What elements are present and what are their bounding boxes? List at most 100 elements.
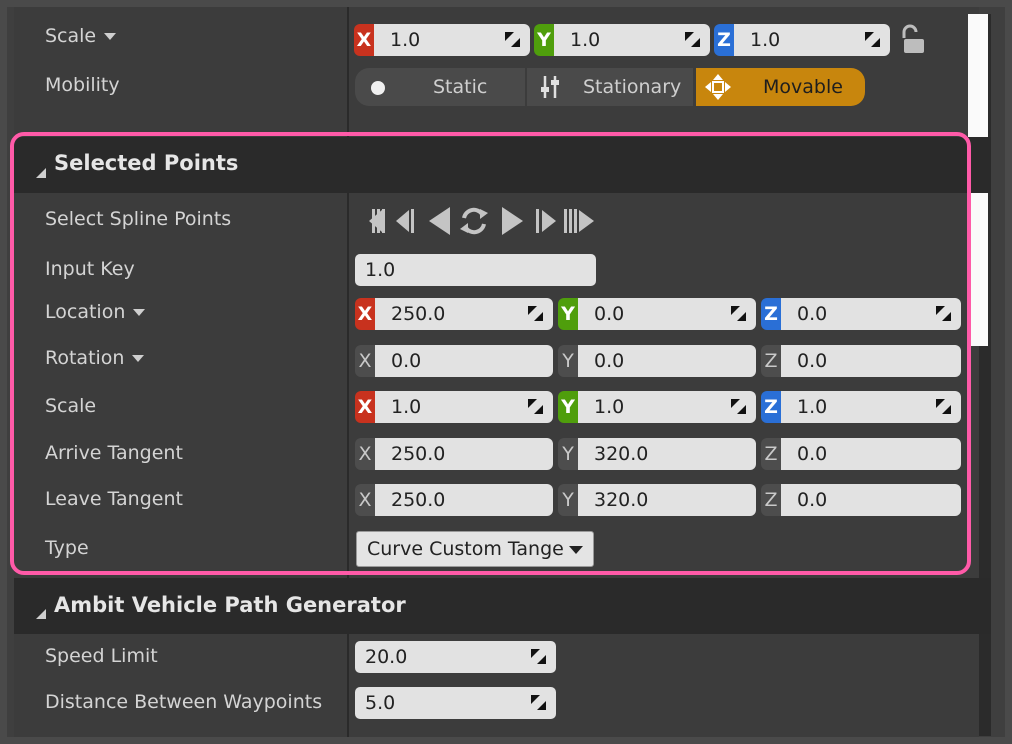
spinner-icon[interactable] xyxy=(731,306,746,321)
axis-x-badge: X xyxy=(355,345,375,377)
rotation-x[interactable]: X 0.0 xyxy=(355,345,553,377)
axis-y-badge: Y xyxy=(558,438,578,470)
leave-tangent-y-field[interactable]: 320.0 xyxy=(578,484,756,516)
transform-scale-x-field[interactable]: 1.0 xyxy=(374,24,530,56)
select-prev-point-icon[interactable] xyxy=(429,207,450,235)
select-next-point-icon[interactable] xyxy=(502,207,523,235)
axis-x-badge: X xyxy=(355,484,375,516)
spinner-icon[interactable] xyxy=(531,649,546,664)
select-previous-icon[interactable] xyxy=(396,209,414,233)
chevron-down-icon[interactable] xyxy=(132,355,145,362)
mobility-movable-label: Movable xyxy=(763,76,843,98)
mobility-label: Mobility xyxy=(45,74,120,96)
point-scale-y[interactable]: Y 1.0 xyxy=(558,391,756,423)
point-scale-label: Scale xyxy=(45,395,97,417)
spinner-icon[interactable] xyxy=(528,306,543,321)
spinner-icon[interactable] xyxy=(936,399,951,414)
leave-tangent-label: Leave Tangent xyxy=(45,488,183,510)
arrive-tangent-z[interactable]: Z 0.0 xyxy=(761,438,961,470)
arrive-tangent-y[interactable]: Y 320.0 xyxy=(558,438,756,470)
axis-x-badge: X xyxy=(354,24,374,56)
leave-tangent-y[interactable]: Y 320.0 xyxy=(558,484,756,516)
distance-value: 5.0 xyxy=(365,692,396,714)
location-z-value: 0.0 xyxy=(797,303,828,325)
rotation-y-field[interactable]: 0.0 xyxy=(578,345,756,377)
chevron-down-icon[interactable] xyxy=(104,33,117,40)
axis-x-badge: X xyxy=(355,391,375,423)
leave-tangent-z[interactable]: Z 0.0 xyxy=(761,484,961,516)
location-y-value: 0.0 xyxy=(594,303,625,325)
transform-scale-y-field[interactable]: 1.0 xyxy=(554,24,710,56)
mobility-static-label: Static xyxy=(433,76,488,98)
arrive-tangent-z-value: 0.0 xyxy=(797,443,828,465)
rotation-z[interactable]: Z 0.0 xyxy=(761,345,961,377)
select-last-icon[interactable] xyxy=(564,209,594,233)
point-scale-x[interactable]: X 1.0 xyxy=(355,391,553,423)
rotation-x-value: 0.0 xyxy=(391,350,422,372)
arrive-tangent-z-field[interactable]: 0.0 xyxy=(781,438,961,470)
rotation-y-value: 0.0 xyxy=(594,350,625,372)
point-scale-z[interactable]: Z 1.0 xyxy=(761,391,961,423)
ambit-header[interactable]: Ambit Vehicle Path Generator xyxy=(14,578,991,634)
location-label[interactable]: Location xyxy=(45,301,146,323)
speed-limit-field[interactable]: 20.0 xyxy=(355,641,556,673)
spline-point-navigation[interactable] xyxy=(356,204,596,238)
select-next-icon[interactable] xyxy=(536,209,556,233)
spinner-icon[interactable] xyxy=(865,32,880,47)
input-key-field[interactable]: 1.0 xyxy=(355,254,596,286)
spinner-icon[interactable] xyxy=(505,32,520,47)
spinner-icon[interactable] xyxy=(528,399,543,414)
rotation-z-field[interactable]: 0.0 xyxy=(781,345,961,377)
rotation-x-field[interactable]: 0.0 xyxy=(375,345,553,377)
arrive-tangent-x-value: 250.0 xyxy=(391,443,446,465)
distance-field[interactable]: 5.0 xyxy=(355,687,556,719)
location-z[interactable]: Z 0.0 xyxy=(761,298,961,330)
point-scale-y-field[interactable]: 1.0 xyxy=(578,391,756,423)
mobility-static-button[interactable]: Static xyxy=(355,68,525,106)
arrive-tangent-x[interactable]: X 250.0 xyxy=(355,438,553,470)
type-dropdown-value: Curve Custom Tange xyxy=(367,538,564,560)
type-label: Type xyxy=(45,537,89,559)
arrive-tangent-x-field[interactable]: 250.0 xyxy=(375,438,553,470)
transform-scale-z[interactable]: Z 1.0 xyxy=(714,24,890,56)
location-z-field[interactable]: 0.0 xyxy=(781,298,961,330)
chevron-down-icon[interactable] xyxy=(133,309,146,316)
leave-tangent-x-field[interactable]: 250.0 xyxy=(375,484,553,516)
details-panel: Scale X 1.0 Y 1.0 Z 1.0 Mobility Static … xyxy=(0,0,1012,744)
dropdown-arrow-icon[interactable] xyxy=(569,546,583,554)
spinner-icon[interactable] xyxy=(531,695,546,710)
select-first-icon[interactable] xyxy=(369,209,385,233)
location-x-field[interactable]: 250.0 xyxy=(375,298,553,330)
location-x[interactable]: X 250.0 xyxy=(355,298,553,330)
mobility-stationary-button[interactable]: Stationary xyxy=(527,68,693,106)
scale-label[interactable]: Scale xyxy=(45,25,117,47)
leave-tangent-x-value: 250.0 xyxy=(391,489,446,511)
axis-z-badge: Z xyxy=(761,484,781,516)
rotation-label[interactable]: Rotation xyxy=(45,347,145,369)
selected-points-header[interactable]: Selected Points xyxy=(14,137,991,193)
type-dropdown[interactable]: Curve Custom Tange xyxy=(356,531,594,567)
select-spline-points-label: Select Spline Points xyxy=(45,208,232,230)
transform-scale-x[interactable]: X 1.0 xyxy=(354,24,530,56)
collapse-arrow-icon[interactable] xyxy=(36,609,46,619)
mobility-movable-button[interactable]: Movable xyxy=(696,68,865,106)
arrive-tangent-y-field[interactable]: 320.0 xyxy=(578,438,756,470)
location-y-field[interactable]: 0.0 xyxy=(578,298,756,330)
leave-tangent-x[interactable]: X 250.0 xyxy=(355,484,553,516)
point-scale-z-value: 1.0 xyxy=(797,396,828,418)
spinner-icon[interactable] xyxy=(731,399,746,414)
unlock-icon[interactable] xyxy=(900,24,926,56)
transform-scale-z-field[interactable]: 1.0 xyxy=(734,24,890,56)
transform-scale-y[interactable]: Y 1.0 xyxy=(534,24,710,56)
point-scale-x-field[interactable]: 1.0 xyxy=(375,391,553,423)
stationary-icon xyxy=(541,76,559,98)
collapse-arrow-icon[interactable] xyxy=(36,168,46,178)
point-scale-z-field[interactable]: 1.0 xyxy=(781,391,961,423)
rotation-y[interactable]: Y 0.0 xyxy=(558,345,756,377)
axis-z-badge: Z xyxy=(714,24,734,56)
select-all-icon[interactable] xyxy=(460,207,488,235)
location-y[interactable]: Y 0.0 xyxy=(558,298,756,330)
spinner-icon[interactable] xyxy=(936,306,951,321)
spinner-icon[interactable] xyxy=(685,32,700,47)
leave-tangent-z-field[interactable]: 0.0 xyxy=(781,484,961,516)
